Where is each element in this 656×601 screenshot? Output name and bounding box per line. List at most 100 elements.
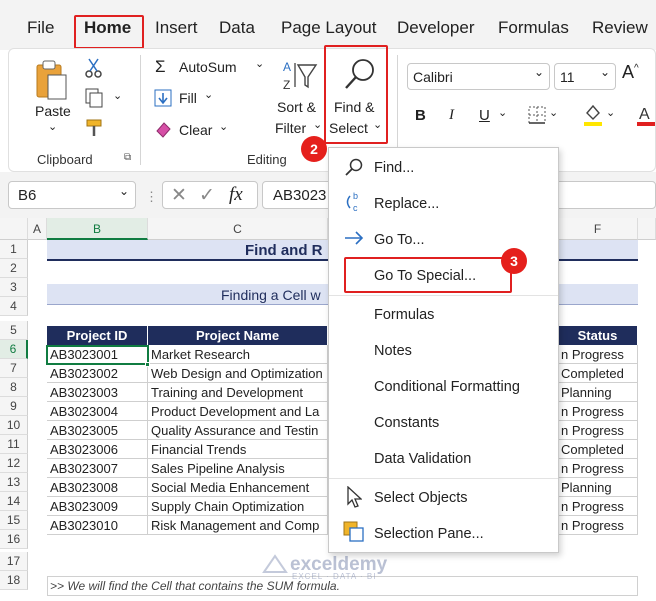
column-header-extra[interactable]	[638, 218, 656, 240]
insert-function-icon[interactable]: fx	[229, 184, 243, 206]
cell-status[interactable]: n Progress	[558, 345, 638, 364]
increase-font-size-icon[interactable]: A^	[622, 62, 639, 83]
sort-filter-icon[interactable]: AZ	[281, 57, 319, 100]
tab-formulas[interactable]: Formulas	[498, 18, 569, 38]
tab-insert[interactable]: Insert	[155, 18, 198, 38]
menu-item-select-objects[interactable]: Select Objects	[374, 490, 468, 506]
borders-chevron-icon[interactable]: ⌄	[549, 106, 558, 119]
row-header[interactable]: 6	[0, 340, 28, 359]
menu-item-constants[interactable]: Constants	[374, 415, 439, 431]
cell-project-id[interactable]: AB3023010	[47, 516, 148, 535]
cell-project-id[interactable]: AB3023002	[47, 364, 148, 383]
menu-item-notes[interactable]: Notes	[374, 343, 412, 359]
cell-project-id[interactable]: AB3023006	[47, 440, 148, 459]
row-header[interactable]: 13	[0, 473, 28, 492]
cell-project-id[interactable]: AB3023007	[47, 459, 148, 478]
cell-project-id[interactable]: AB3023004	[47, 402, 148, 421]
tab-file[interactable]: File	[27, 18, 54, 38]
cell-status[interactable]: Planning	[558, 478, 638, 497]
copy-icon[interactable]	[83, 87, 105, 114]
column-header-f[interactable]: F	[558, 218, 638, 240]
row-header[interactable]: 11	[0, 435, 28, 454]
cell-project-name[interactable]: Risk Management and Comp	[148, 516, 328, 535]
row-header[interactable]: 2	[0, 259, 28, 278]
fill-handle[interactable]	[145, 362, 150, 367]
row-header[interactable]: 9	[0, 397, 28, 416]
column-header-c[interactable]: C	[148, 218, 328, 240]
row-header[interactable]: 4	[0, 297, 28, 316]
italic-icon[interactable]: I	[449, 107, 454, 124]
row-header[interactable]: 12	[0, 454, 28, 473]
cell-project-name[interactable]: Social Media Enhancement	[148, 478, 328, 497]
tab-review[interactable]: Review	[592, 18, 648, 38]
cell-project-name[interactable]: Financial Trends	[148, 440, 328, 459]
enter-icon[interactable]: ✓	[199, 184, 215, 207]
row-header[interactable]: 8	[0, 378, 28, 397]
cancel-icon[interactable]: ✕	[171, 184, 187, 207]
row-header[interactable]: 3	[0, 278, 28, 297]
fill-chevron-icon[interactable]: ⌄	[204, 88, 213, 101]
menu-item-selection-pane[interactable]: Selection Pane...	[374, 526, 484, 542]
cell-project-name[interactable]: Market Research	[148, 345, 328, 364]
menu-item-go-to[interactable]: Go To...	[374, 232, 425, 248]
clear-chevron-icon[interactable]: ⌄	[219, 120, 228, 133]
paste-chevron-icon[interactable]: ⌄	[48, 120, 57, 133]
fill-label[interactable]: Fill	[179, 90, 197, 106]
cell-status[interactable]: n Progress	[558, 402, 638, 421]
cell-project-name[interactable]: Quality Assurance and Testin	[148, 421, 328, 440]
row-header[interactable]: 10	[0, 416, 28, 435]
menu-item-find[interactable]: Find...	[374, 160, 414, 176]
tab-data[interactable]: Data	[219, 18, 255, 38]
format-painter-icon[interactable]	[83, 117, 105, 144]
cell-project-id[interactable]: AB3023009	[47, 497, 148, 516]
clear-label[interactable]: Clear	[179, 122, 212, 138]
select-all-corner[interactable]	[0, 218, 28, 240]
cell-project-name[interactable]: Web Design and Optimization	[148, 364, 328, 383]
clear-eraser-icon[interactable]	[154, 120, 172, 143]
sort-filter-label-2[interactable]: Filter	[275, 120, 306, 136]
column-header-b[interactable]: B	[47, 218, 148, 240]
cell-status[interactable]: n Progress	[558, 421, 638, 440]
cell-status[interactable]: Completed	[558, 364, 638, 383]
font-size-dropdown[interactable]: 11 ⌄	[554, 63, 616, 90]
tab-developer[interactable]: Developer	[397, 18, 475, 38]
borders-icon[interactable]	[528, 106, 546, 129]
autosum-label[interactable]: AutoSum	[179, 59, 237, 75]
fill-color-chevron-icon[interactable]: ⌄	[606, 106, 615, 119]
sort-filter-label-1[interactable]: Sort &	[277, 99, 316, 115]
menu-item-conditional-formatting[interactable]: Conditional Formatting	[374, 379, 520, 395]
row-header[interactable]: 14	[0, 492, 28, 511]
bold-icon[interactable]: B	[415, 107, 426, 124]
name-box[interactable]: B6 ⌄	[8, 181, 136, 209]
underline-chevron-icon[interactable]: ⌄	[498, 106, 507, 119]
copy-chevron-icon[interactable]: ⌄	[113, 89, 122, 102]
row-header[interactable]: 1	[0, 240, 28, 259]
menu-item-replace[interactable]: Replace...	[374, 196, 439, 212]
autosum-chevron-icon[interactable]: ⌄	[255, 57, 264, 70]
row-header[interactable]: 17	[0, 552, 28, 571]
cell-project-id[interactable]: AB3023008	[47, 478, 148, 497]
tab-page-layout[interactable]: Page Layout	[281, 18, 376, 38]
menu-item-formulas[interactable]: Formulas	[374, 307, 434, 323]
row-header[interactable]: 16	[0, 530, 28, 549]
autosum-icon[interactable]: Σ	[155, 57, 166, 77]
sort-filter-chevron-icon[interactable]: ⌄	[313, 118, 322, 131]
cell-project-name[interactable]: Supply Chain Optimization	[148, 497, 328, 516]
row-header[interactable]: 7	[0, 359, 28, 378]
clipboard-launcher-icon[interactable]: ⧉	[124, 152, 131, 163]
cell-status[interactable]: n Progress	[558, 497, 638, 516]
row-header[interactable]: 5	[0, 321, 28, 340]
cell-status[interactable]: n Progress	[558, 516, 638, 535]
paste-icon[interactable]	[34, 59, 68, 106]
cell-status[interactable]: n Progress	[558, 459, 638, 478]
cell-project-name[interactable]: Training and Development	[148, 383, 328, 402]
column-header-a[interactable]: A	[28, 218, 47, 240]
cell-status[interactable]: Completed	[558, 440, 638, 459]
cell-project-id[interactable]: AB3023005	[47, 421, 148, 440]
cell-project-name[interactable]: Product Development and La	[148, 402, 328, 421]
cut-icon[interactable]	[83, 57, 105, 84]
font-name-dropdown[interactable]: Calibri ⌄	[407, 63, 550, 90]
menu-item-data-validation[interactable]: Data Validation	[374, 451, 471, 467]
underline-icon[interactable]: U	[479, 107, 490, 124]
fill-color-icon[interactable]	[583, 103, 603, 132]
